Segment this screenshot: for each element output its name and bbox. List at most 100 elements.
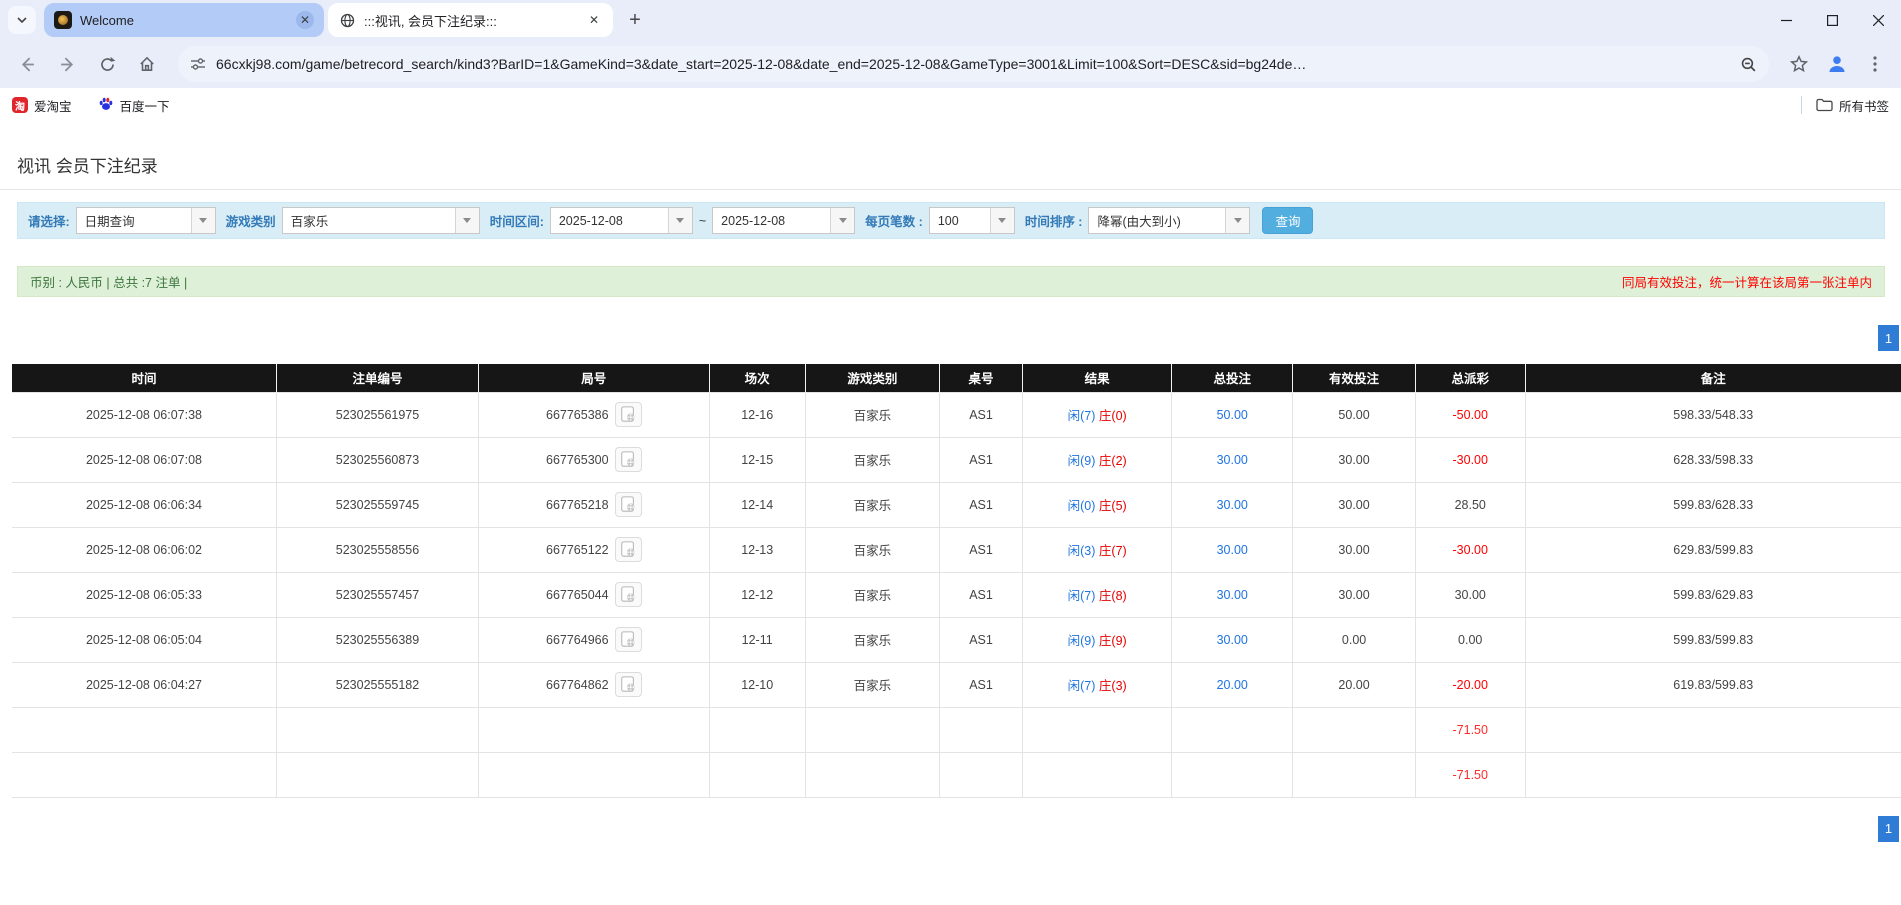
query-type-combobox[interactable] <box>76 207 216 234</box>
kebab-menu-icon[interactable] <box>1859 48 1891 80</box>
profile-avatar-icon[interactable] <box>1821 48 1853 80</box>
banker-result: 庄(9) <box>1099 634 1127 648</box>
cell-game: 百家乐 <box>805 392 939 437</box>
cell-session: 12-11 <box>709 617 805 662</box>
page-1-button[interactable]: 1 <box>1878 325 1899 351</box>
search-button[interactable]: 查询 <box>1262 207 1313 234</box>
video-replay-button[interactable] <box>615 447 642 472</box>
bookmark-taobao[interactable]: 淘 爱淘宝 <box>12 96 72 115</box>
home-button[interactable] <box>130 47 164 81</box>
chevron-down-icon[interactable] <box>1225 208 1249 233</box>
game-category-combobox[interactable] <box>282 207 480 234</box>
per-page-label: 每页笔数 : <box>865 211 923 230</box>
player-result: 闲(9) <box>1068 634 1096 648</box>
cell-valid-bet: 30.00 <box>1293 572 1416 617</box>
cell-time: 2025-12-08 06:06:02 <box>12 527 276 572</box>
bookmark-baidu[interactable]: 百度一下 <box>98 96 170 115</box>
tab-welcome[interactable]: Welcome ✕ <box>44 3 324 37</box>
cell-total-bet[interactable]: 30.00 <box>1172 527 1293 572</box>
minimize-button[interactable] <box>1763 0 1809 40</box>
date-end-input[interactable] <box>713 208 830 233</box>
cell-bet-id: 523025558556 <box>276 527 478 572</box>
cell-bet-id: 523025555182 <box>276 662 478 707</box>
toolbar-right <box>1777 48 1891 80</box>
cell-total-bet[interactable]: 30.00 <box>1172 617 1293 662</box>
welcome-favicon-icon <box>54 11 72 29</box>
col-valid-bet: 有效投注 <box>1293 364 1416 392</box>
site-controls-icon[interactable] <box>190 56 206 72</box>
col-game: 游戏类别 <box>805 364 939 392</box>
close-icon[interactable]: ✕ <box>296 11 314 29</box>
cell-payout: -30.00 <box>1415 527 1525 572</box>
video-replay-button[interactable] <box>615 672 642 697</box>
cell-round: 667764862 <box>479 662 709 707</box>
video-replay-button[interactable] <box>615 402 642 427</box>
per-page-combobox[interactable] <box>929 207 1015 234</box>
tab-betrecord[interactable]: :::视讯, 会员下注纪录::: ✕ <box>328 3 613 37</box>
table-row: 2025-12-08 06:07:08 523025560873 6677653… <box>12 437 1901 482</box>
page-1-button[interactable]: 1 <box>1878 816 1899 842</box>
browser-toolbar: 66cxkj98.com/game/betrecord_search/kind3… <box>0 40 1901 88</box>
all-bookmarks-button[interactable]: 所有书签 <box>1816 96 1889 115</box>
sort-order-input[interactable] <box>1089 208 1225 233</box>
query-type-input[interactable] <box>77 208 191 233</box>
cell-table: AS1 <box>939 437 1022 482</box>
video-replay-button[interactable] <box>615 582 642 607</box>
col-total-bet: 总投注 <box>1172 364 1293 392</box>
chevron-down-icon[interactable] <box>830 208 854 233</box>
col-result: 结果 <box>1023 364 1172 392</box>
cell-valid-bet: 30.00 <box>1293 437 1416 482</box>
sort-order-combobox[interactable] <box>1088 207 1250 234</box>
cell-round: 667765122 <box>479 527 709 572</box>
game-category-input[interactable] <box>283 208 455 233</box>
cell-result: 闲(9) 庄(2) <box>1023 437 1172 482</box>
per-page-input[interactable] <box>930 208 990 233</box>
cell-total-bet[interactable]: 20.00 <box>1172 662 1293 707</box>
select-type-label: 请选择: <box>28 211 70 230</box>
cell-payout: 0.00 <box>1415 617 1525 662</box>
cell-note: 599.83/628.33 <box>1525 482 1901 527</box>
cell-session: 12-14 <box>709 482 805 527</box>
cell-total-bet[interactable]: 30.00 <box>1172 572 1293 617</box>
reload-button[interactable] <box>90 47 124 81</box>
date-end-combobox[interactable] <box>712 207 855 234</box>
back-button[interactable] <box>10 47 44 81</box>
total-row-cell <box>479 752 709 797</box>
cell-session: 12-13 <box>709 527 805 572</box>
chevron-down-icon[interactable] <box>455 208 479 233</box>
cell-total-bet[interactable]: 50.00 <box>1172 392 1293 437</box>
maximize-button[interactable] <box>1809 0 1855 40</box>
cell-total-bet[interactable]: 30.00 <box>1172 437 1293 482</box>
cell-game: 百家乐 <box>805 572 939 617</box>
pagination-top: 1 <box>0 325 1901 351</box>
date-start-input[interactable] <box>551 208 668 233</box>
subtotal-row: 小计7220.00190.00-71.50 <box>12 707 1901 752</box>
close-window-button[interactable] <box>1855 0 1901 40</box>
chevron-down-icon[interactable] <box>668 208 692 233</box>
cell-time: 2025-12-08 06:05:33 <box>12 572 276 617</box>
forward-button[interactable] <box>50 47 84 81</box>
tab-search-chevron-button[interactable] <box>8 6 36 34</box>
cell-total-bet[interactable]: 30.00 <box>1172 482 1293 527</box>
new-tab-button[interactable]: + <box>621 6 649 34</box>
cell-game: 百家乐 <box>805 482 939 527</box>
video-replay-button[interactable] <box>615 492 642 517</box>
bookmark-star-icon[interactable] <box>1783 48 1815 80</box>
video-replay-button[interactable] <box>615 627 642 652</box>
close-icon[interactable]: ✕ <box>585 11 603 29</box>
video-replay-button[interactable] <box>615 537 642 562</box>
date-start-combobox[interactable] <box>550 207 693 234</box>
subtotal-row-cell: -71.50 <box>1415 707 1525 752</box>
chevron-down-icon[interactable] <box>990 208 1014 233</box>
round-number: 667765044 <box>546 588 609 602</box>
cell-time: 2025-12-08 06:07:38 <box>12 392 276 437</box>
round-number: 667765218 <box>546 498 609 512</box>
total-row-cell: -71.50 <box>1415 752 1525 797</box>
zoom-out-icon[interactable] <box>1740 56 1757 73</box>
total-row-cell <box>805 752 939 797</box>
chevron-down-icon[interactable] <box>191 208 215 233</box>
video-file-icon <box>619 496 637 513</box>
table-header-row: 时间 注单编号 局号 场次 游戏类别 桌号 结果 总投注 有效投注 总派彩 备注 <box>12 364 1901 392</box>
url-bar[interactable]: 66cxkj98.com/game/betrecord_search/kind3… <box>178 46 1769 82</box>
url-text[interactable]: 66cxkj98.com/game/betrecord_search/kind3… <box>216 56 1740 72</box>
